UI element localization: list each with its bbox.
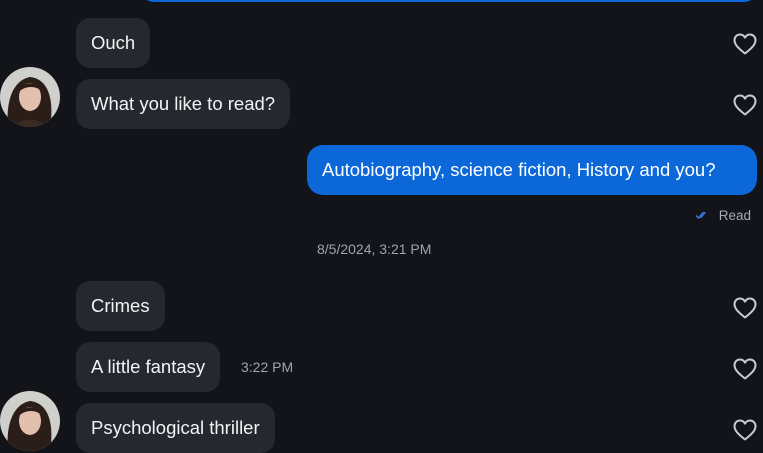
double-check-icon <box>695 208 709 223</box>
message-text: Ouch <box>91 32 136 53</box>
like-heart-icon[interactable] <box>733 94 757 116</box>
avatar[interactable] <box>0 391 60 451</box>
message-bubble-received[interactable]: Ouch <box>76 18 151 68</box>
avatar[interactable] <box>0 67 60 127</box>
like-heart-icon[interactable] <box>733 358 757 380</box>
read-receipt: Read <box>695 206 751 224</box>
sent-message-bubble-partial[interactable] <box>140 0 758 2</box>
like-heart-icon[interactable] <box>733 297 757 319</box>
message-timestamp: 3:22 PM <box>241 359 294 375</box>
like-heart-icon[interactable] <box>733 33 757 55</box>
message-bubble-received[interactable]: What you like to read? <box>76 79 291 129</box>
date-separator: 8/5/2024, 3:21 PM <box>317 241 432 257</box>
message-bubble-sent[interactable]: Autobiography, science fiction, History … <box>307 145 757 195</box>
message-bubble-received[interactable]: Psychological thriller <box>76 403 275 453</box>
message-text: What you like to read? <box>91 93 276 114</box>
message-bubble-received[interactable]: A little fantasy <box>76 342 221 392</box>
like-heart-icon[interactable] <box>733 419 757 441</box>
message-bubble-received[interactable]: Crimes <box>76 281 165 331</box>
message-text: Psychological thriller <box>91 417 260 438</box>
message-text: A little fantasy <box>91 356 206 377</box>
message-text: Crimes <box>91 295 150 316</box>
read-label: Read <box>718 207 751 223</box>
message-text: Autobiography, science fiction, History … <box>322 159 716 180</box>
